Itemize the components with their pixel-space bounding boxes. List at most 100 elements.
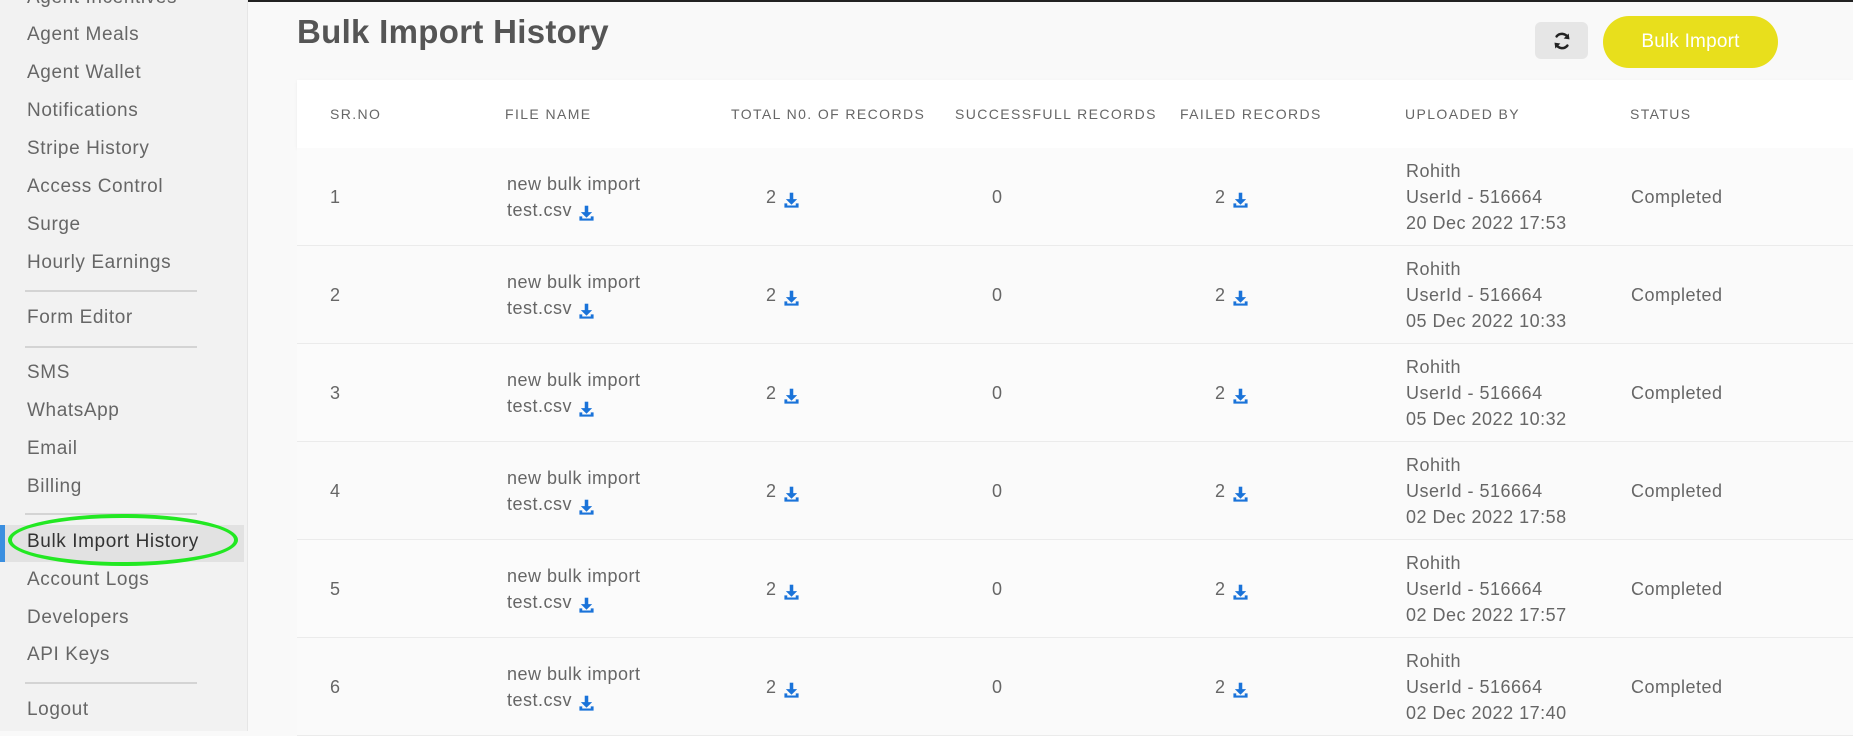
download-icon[interactable]: [1232, 680, 1249, 698]
file-name-text: new bulk import: [507, 370, 641, 390]
sidebar-item-agent-incentives[interactable]: Agent Incentives: [27, 0, 177, 9]
file-name-text: new bulk import: [507, 272, 641, 292]
download-icon[interactable]: [1232, 288, 1249, 306]
upload-date: 02 Dec 2022 17:57: [1406, 605, 1567, 625]
sidebar-item-access-control[interactable]: Access Control: [27, 176, 163, 198]
sidebar-item-whatsapp[interactable]: WhatsApp: [27, 400, 119, 422]
download-icon[interactable]: [578, 595, 595, 613]
successful-records-cell: 0: [992, 187, 1003, 207]
column-header-file-name: FILE NAME: [505, 106, 592, 122]
refresh-button[interactable]: [1535, 22, 1588, 59]
sidebar-item-hourly-earnings[interactable]: Hourly Earnings: [27, 252, 171, 274]
uploader-name: Rohith: [1406, 357, 1462, 377]
bulk-import-button[interactable]: Bulk Import: [1603, 16, 1778, 68]
failed-records-cell: 2: [1215, 674, 1249, 700]
sidebar-item-stripe-history[interactable]: Stripe History: [27, 138, 149, 160]
total-records-value: 2: [766, 285, 777, 305]
sidebar-item-logout[interactable]: Logout: [27, 699, 89, 721]
sidebar-item-notifications[interactable]: Notifications: [27, 100, 138, 122]
download-icon[interactable]: [783, 582, 800, 600]
file-name-text: new bulk import: [507, 174, 641, 194]
table-body: 1 new bulk import test.csv 2 0 2 Rohith …: [297, 148, 1853, 736]
uploader-user-id: UserId - 516664: [1406, 481, 1543, 501]
uploader-user-id: UserId - 516664: [1406, 677, 1543, 697]
total-records-cell: 2: [766, 674, 800, 700]
status-cell: Completed: [1631, 285, 1723, 305]
upload-date: 05 Dec 2022 10:33: [1406, 311, 1567, 331]
total-records-value: 2: [766, 383, 777, 403]
uploaded-by-cell: Rohith UserId - 516664 05 Dec 2022 10:33: [1406, 256, 1567, 334]
failed-records-value: 2: [1215, 579, 1226, 599]
uploader-user-id: UserId - 516664: [1406, 383, 1543, 403]
uploaded-by-cell: Rohith UserId - 516664 20 Dec 2022 17:53: [1406, 158, 1567, 236]
uploader-user-id: UserId - 516664: [1406, 579, 1543, 599]
upload-date: 20 Dec 2022 17:53: [1406, 213, 1567, 233]
sidebar-item-account-logs[interactable]: Account Logs: [27, 569, 149, 591]
failed-records-value: 2: [1215, 383, 1226, 403]
sidebar-item-billing[interactable]: Billing: [27, 476, 82, 498]
sidebar-divider: [25, 682, 197, 684]
uploader-name: Rohith: [1406, 553, 1462, 573]
failed-records-cell: 2: [1215, 380, 1249, 406]
status-cell: Completed: [1631, 383, 1723, 403]
total-records-value: 2: [766, 481, 777, 501]
successful-records-cell: 0: [992, 285, 1003, 305]
sr-no-cell: 6: [330, 677, 341, 697]
sr-no-cell: 3: [330, 383, 341, 403]
file-name-cell: new bulk import test.csv: [507, 563, 641, 615]
download-icon[interactable]: [1232, 386, 1249, 404]
table-header: SR.NO FILE NAME TOTAL N0. OF RECORDS SUC…: [297, 80, 1853, 148]
sidebar-item-agent-meals[interactable]: Agent Meals: [27, 24, 139, 46]
failed-records-value: 2: [1215, 481, 1226, 501]
failed-records-value: 2: [1215, 285, 1226, 305]
download-icon[interactable]: [783, 680, 800, 698]
successful-records-cell: 0: [992, 481, 1003, 501]
sidebar-item-surge[interactable]: Surge: [27, 214, 81, 236]
total-records-cell: 2: [766, 282, 800, 308]
uploader-user-id: UserId - 516664: [1406, 187, 1543, 207]
sidebar-divider: [25, 290, 197, 292]
download-icon[interactable]: [783, 484, 800, 502]
download-icon[interactable]: [578, 301, 595, 319]
bulk-import-table: SR.NO FILE NAME TOTAL N0. OF RECORDS SUC…: [297, 80, 1853, 736]
sidebar-item-form-editor[interactable]: Form Editor: [27, 307, 133, 329]
successful-records-cell: 0: [992, 383, 1003, 403]
download-icon[interactable]: [783, 288, 800, 306]
download-icon[interactable]: [578, 203, 595, 221]
sidebar-item-agent-wallet[interactable]: Agent Wallet: [27, 62, 141, 84]
failed-records-cell: 2: [1215, 478, 1249, 504]
sidebar-item-bulk-import-history[interactable]: Bulk Import History: [27, 531, 199, 553]
column-header-uploaded-by: UPLOADED BY: [1405, 106, 1520, 122]
download-icon[interactable]: [578, 693, 595, 711]
file-name-text: new bulk import: [507, 468, 641, 488]
column-header-sr-no: SR.NO: [330, 106, 382, 122]
file-name-cell: new bulk import test.csv: [507, 171, 641, 223]
download-icon[interactable]: [1232, 190, 1249, 208]
status-cell: Completed: [1631, 481, 1723, 501]
download-icon[interactable]: [783, 386, 800, 404]
sidebar-item-email[interactable]: Email: [27, 438, 78, 460]
download-icon[interactable]: [783, 190, 800, 208]
download-icon[interactable]: [578, 399, 595, 417]
uploader-name: Rohith: [1406, 651, 1462, 671]
total-records-value: 2: [766, 579, 777, 599]
status-cell: Completed: [1631, 579, 1723, 599]
uploaded-by-cell: Rohith UserId - 516664 02 Dec 2022 17:58: [1406, 452, 1567, 530]
file-name-text: test.csv: [507, 592, 573, 612]
sr-no-cell: 2: [330, 285, 341, 305]
total-records-value: 2: [766, 677, 777, 697]
upload-date: 02 Dec 2022 17:58: [1406, 507, 1567, 527]
sidebar-item-developers[interactable]: Developers: [27, 607, 129, 629]
failed-records-cell: 2: [1215, 184, 1249, 210]
file-name-text: new bulk import: [507, 664, 641, 684]
download-icon[interactable]: [1232, 484, 1249, 502]
uploaded-by-cell: Rohith UserId - 516664 02 Dec 2022 17:40: [1406, 648, 1567, 726]
download-icon[interactable]: [578, 497, 595, 515]
table-row: 6 new bulk import test.csv 2 0 2 Rohith …: [297, 638, 1853, 736]
status-cell: Completed: [1631, 187, 1723, 207]
sidebar-item-sms[interactable]: SMS: [27, 362, 70, 384]
column-header-total-records: TOTAL N0. OF RECORDS: [731, 106, 926, 122]
download-icon[interactable]: [1232, 582, 1249, 600]
uploaded-by-cell: Rohith UserId - 516664 05 Dec 2022 10:32: [1406, 354, 1567, 432]
sidebar-item-api-keys[interactable]: API Keys: [27, 644, 110, 666]
